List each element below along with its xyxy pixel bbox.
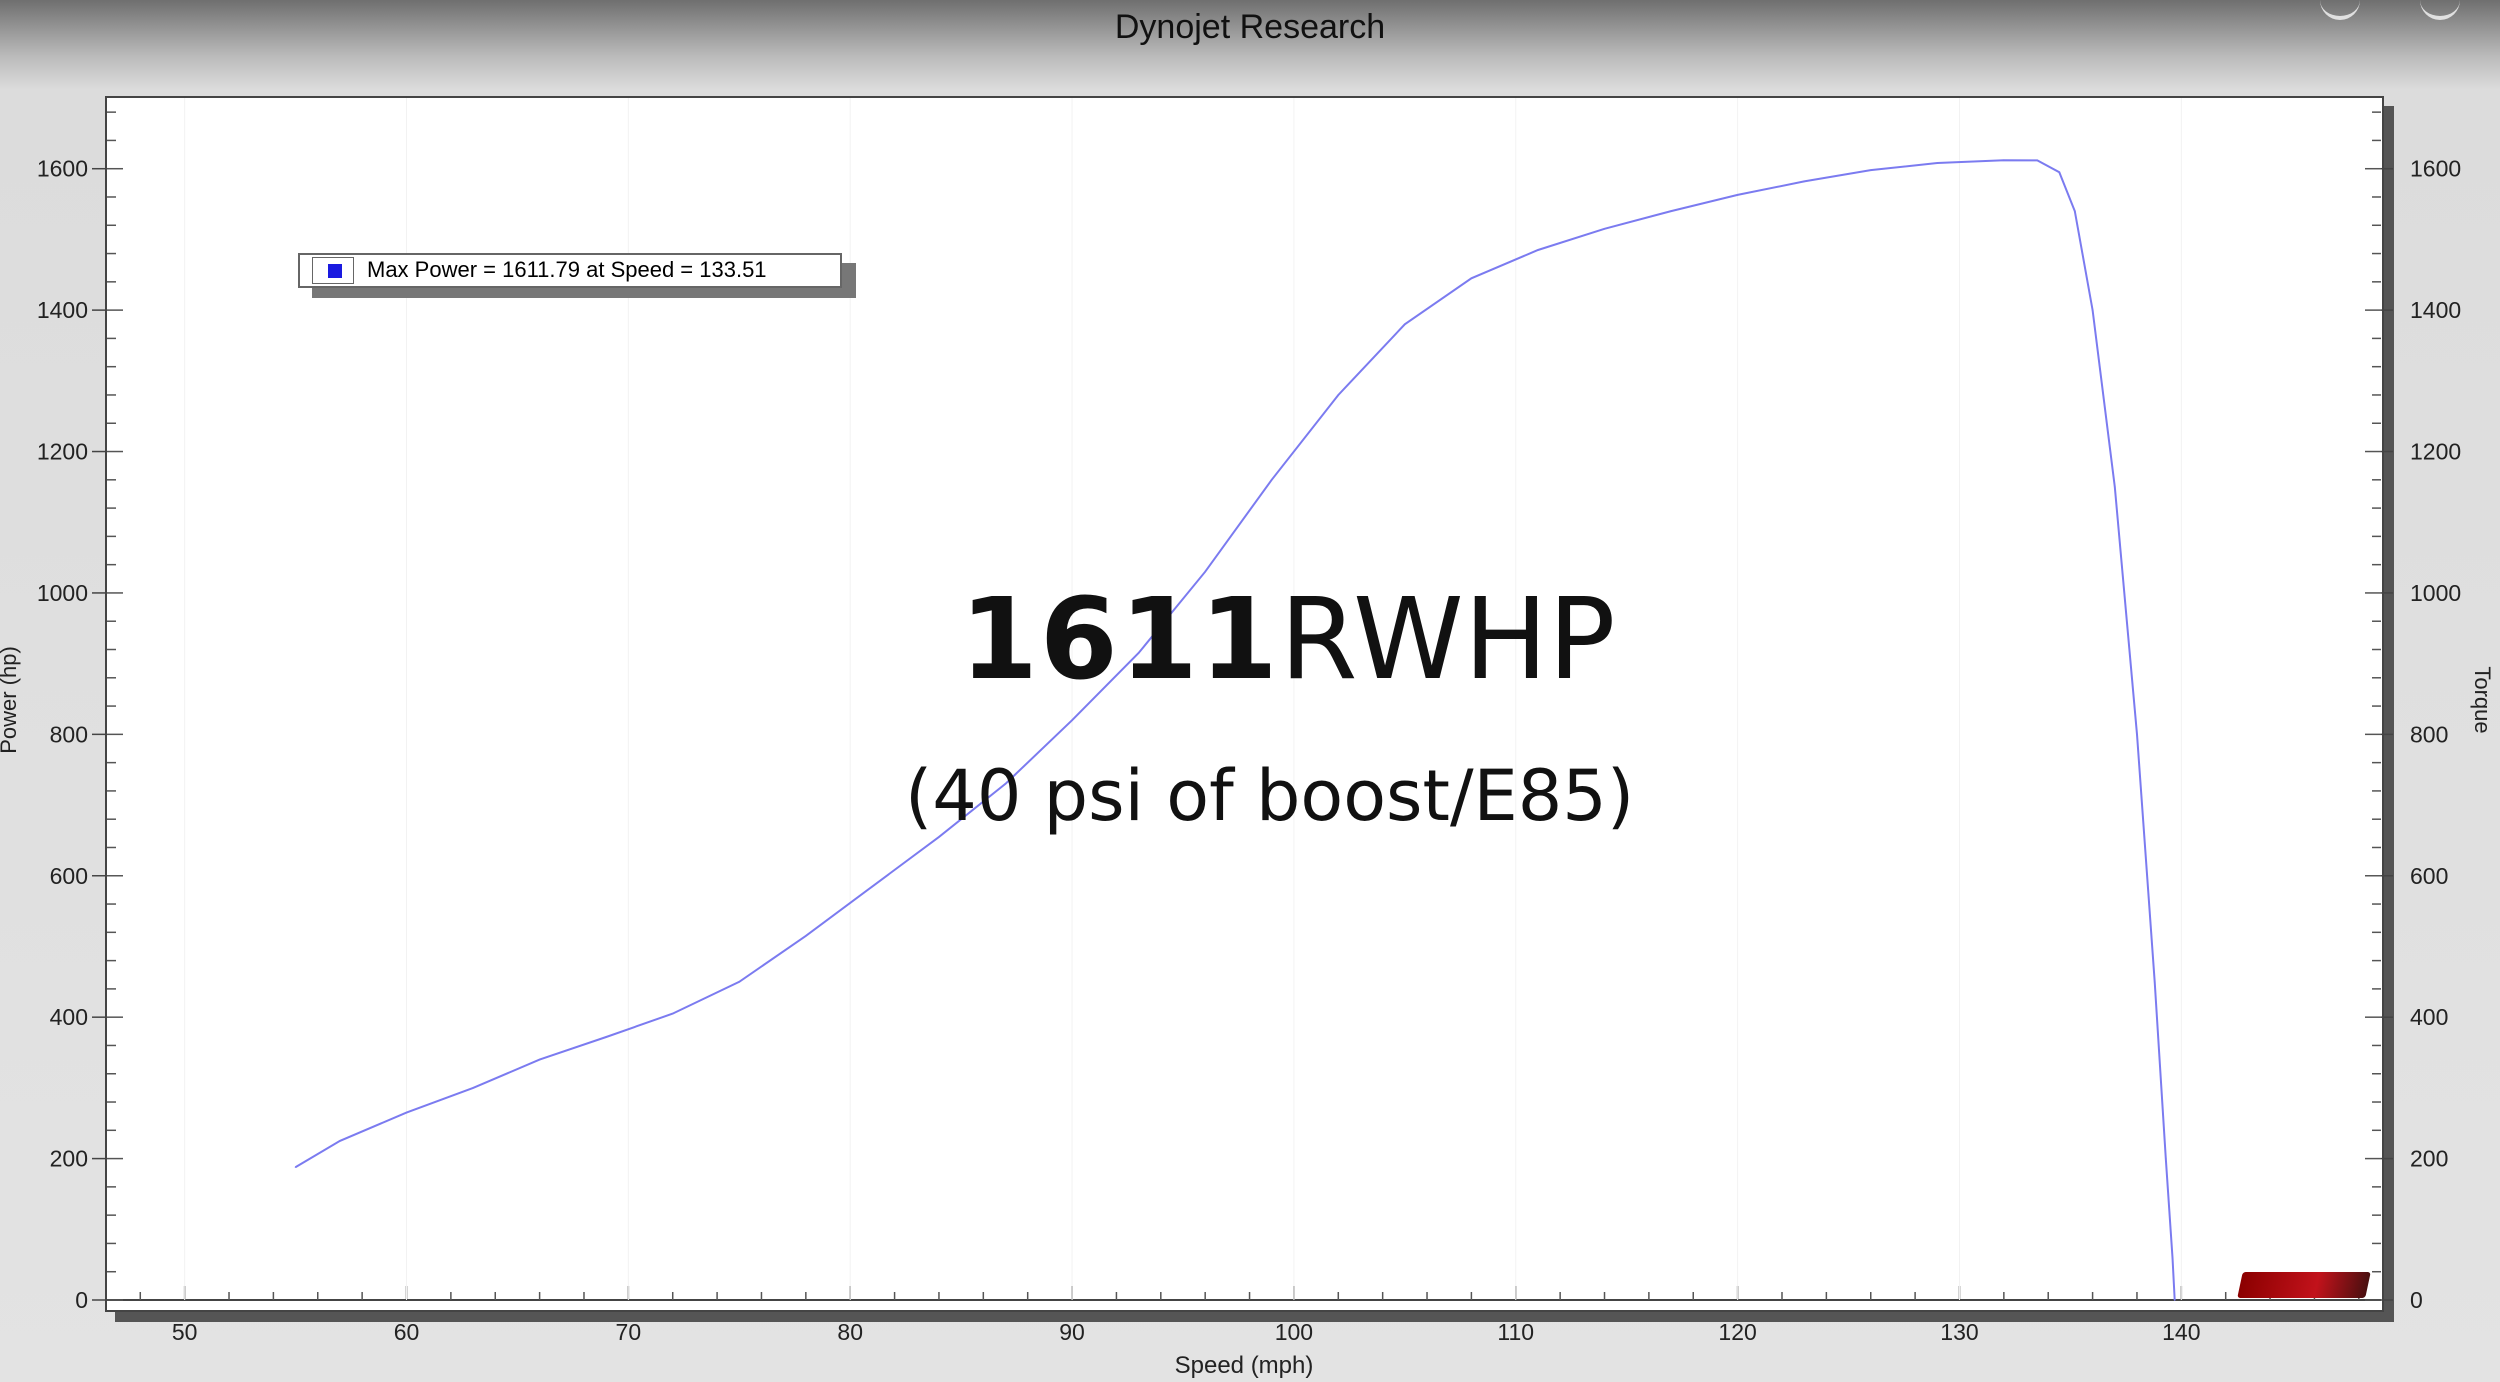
- x-tick-label: 50: [172, 1319, 198, 1345]
- power-series-line: [295, 159, 2176, 1301]
- y-tick-label: 1200: [37, 439, 88, 465]
- x-tick-label: 70: [616, 1319, 642, 1345]
- y2-axis-label: Torque: [2470, 666, 2495, 733]
- power-data-point: [1936, 162, 1939, 164]
- y2-tick-label: 1400: [2410, 297, 2461, 323]
- y-axis-label: Power (hp): [0, 646, 21, 754]
- x-tick-label: 140: [2162, 1319, 2200, 1345]
- power-data-point: [1404, 323, 1406, 326]
- power-data-point: [1803, 180, 1805, 183]
- x-tick-label: 100: [1275, 1319, 1313, 1345]
- legend-box: Max Power = 1611.79 at Speed = 133.51: [298, 253, 842, 288]
- x-tick-label: 130: [1940, 1319, 1978, 1345]
- power-data-point: [738, 981, 741, 983]
- power-data-point: [472, 1087, 474, 1089]
- y2-tick-label: 1600: [2410, 156, 2461, 182]
- power-data-point: [2171, 1256, 2174, 1259]
- power-data-point: [871, 885, 874, 888]
- y-tick-label: 800: [50, 721, 88, 747]
- power-data-point: [2003, 159, 2005, 162]
- power-data-point: [2058, 171, 2061, 174]
- y2-tick-label: 800: [2410, 721, 2448, 747]
- power-data-point: [2173, 1299, 2176, 1301]
- x-axis-label: Speed (mph): [1175, 1352, 1314, 1379]
- power-unit: RWHP: [1279, 575, 1616, 705]
- power-data-point: [1603, 228, 1606, 230]
- x-tick-label: 60: [394, 1319, 420, 1345]
- legend-marker-icon: [312, 257, 354, 284]
- power-data-point: [1470, 277, 1473, 280]
- power-data-point: [294, 1166, 297, 1168]
- power-data-point: [1270, 479, 1273, 481]
- y-tick-label: 1600: [37, 156, 88, 182]
- y2-tick-label: 1200: [2410, 439, 2461, 465]
- power-data-point: [2036, 159, 2039, 162]
- x-tick-label: 80: [837, 1319, 863, 1345]
- dynojet-logo-icon: [2237, 1272, 2371, 1298]
- y-tick-label: 1000: [37, 580, 88, 606]
- power-data-point: [605, 1036, 607, 1038]
- power-overlay: 1611RWHP: [960, 575, 1616, 705]
- power-data-point: [1869, 169, 1872, 171]
- power-data-point: [2113, 486, 2116, 488]
- power-data-point: [1736, 194, 1739, 196]
- power-data-point: [2153, 981, 2156, 983]
- y-tick-label: 400: [50, 1004, 88, 1030]
- power-data-point: [2091, 309, 2094, 311]
- legend-text: Max Power = 1611.79 at Speed = 133.51: [367, 257, 767, 282]
- power-data-point: [1670, 210, 1672, 212]
- y-tick-label: 200: [50, 1146, 88, 1172]
- x-tick-label: 110: [1497, 1319, 1534, 1345]
- y-tick-label: 1400: [37, 297, 88, 323]
- power-number: 1611: [960, 575, 1280, 705]
- y2-tick-label: 1000: [2410, 580, 2461, 606]
- power-data-point: [405, 1111, 408, 1114]
- x-tick-label: 120: [1718, 1319, 1756, 1345]
- y2-tick-label: 600: [2410, 863, 2448, 889]
- power-data-point: [2074, 210, 2076, 212]
- power-data-point: [1204, 570, 1206, 573]
- x-tick-label: 90: [1059, 1319, 1085, 1345]
- y2-tick-label: 200: [2410, 1146, 2448, 1172]
- power-data-point: [1337, 394, 1340, 396]
- power-data-point: [671, 1012, 674, 1015]
- y-tick-label: 0: [75, 1287, 88, 1313]
- y2-tick-label: 0: [2410, 1287, 2423, 1313]
- power-data-point: [2136, 733, 2138, 736]
- power-data-point: [538, 1058, 541, 1061]
- power-data-point: [339, 1140, 341, 1142]
- boost-subtitle: (40 psi of boost/E85): [905, 755, 1635, 837]
- y2-tick-label: 400: [2410, 1004, 2448, 1030]
- y-tick-label: 600: [50, 863, 88, 889]
- power-data-point: [1071, 719, 1073, 722]
- power-data-point: [2165, 1157, 2167, 1160]
- power-data-point: [1537, 249, 1539, 251]
- power-data-point: [805, 935, 807, 937]
